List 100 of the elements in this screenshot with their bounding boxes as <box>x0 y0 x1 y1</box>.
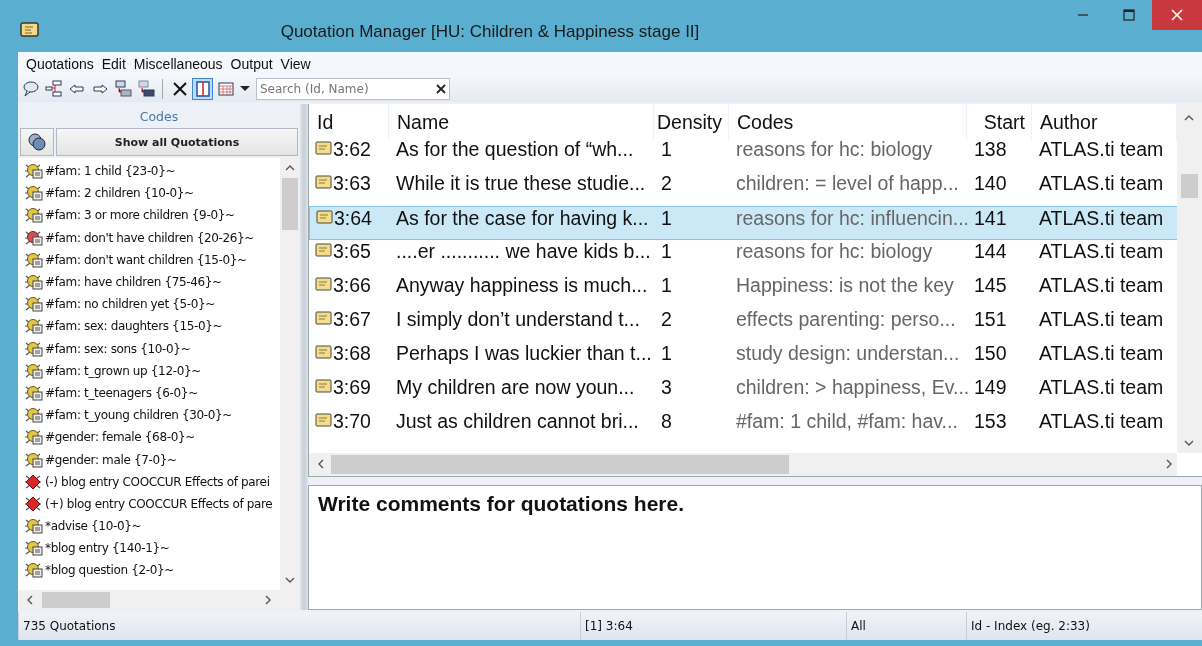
table-cell: Just as children cannot bri... <box>396 410 639 432</box>
table-cell: ATLAS.ti team <box>1039 207 1164 229</box>
table-cell: ATLAS.ti team <box>1039 138 1164 160</box>
table-cell: Perhaps I was luckier than t... <box>396 342 652 364</box>
code-item[interactable]: #fam: t_young children {30-0}~ <box>45 408 232 423</box>
table-cell: effects parenting: perso... <box>736 308 956 330</box>
code-item[interactable]: #fam: don't have children {20-26}~ <box>45 230 255 245</box>
search-field[interactable]: Search (Id, Name) <box>256 77 450 100</box>
table-cell: As for the question of “wh... <box>396 138 634 160</box>
table-cell: study design: understan... <box>736 342 960 364</box>
menu-item[interactable]: View <box>276 53 315 74</box>
column-header[interactable]: Codes <box>737 111 794 134</box>
code-bug-icon <box>24 539 44 558</box>
table-cell: As for the case for having k... <box>396 207 649 229</box>
code-item[interactable]: (+) blog entry COOCCUR Effects of pare <box>45 496 273 511</box>
scroll-left-icon <box>26 595 34 605</box>
scrollbar-thumb[interactable] <box>42 592 110 608</box>
quotation-icon <box>315 310 333 326</box>
code-item[interactable]: #fam: 2 children {10-0}~ <box>45 186 194 201</box>
table-cell: 1 <box>661 240 672 262</box>
quotation-icon <box>315 276 333 292</box>
status-text: Id - Index (eg. 2:33) <box>970 619 1090 633</box>
code-item[interactable]: *advise {10-0}~ <box>45 519 142 534</box>
table-cell: ATLAS.ti team <box>1039 410 1164 432</box>
code-bug-icon <box>24 339 44 358</box>
table-cell: 1 <box>661 342 672 364</box>
column-header[interactable]: Density <box>656 111 722 134</box>
comment-editor[interactable]: Write comments for quotations here. <box>308 485 1202 610</box>
code-item[interactable]: #gender: male {7-0}~ <box>45 452 177 467</box>
code-item[interactable]: *blog question {2-0}~ <box>45 563 174 578</box>
code-item[interactable]: (-) blog entry COOCCUR Effects of parei <box>45 474 270 489</box>
status-text: [1] 3:64 <box>584 619 633 633</box>
quotation-icon <box>315 378 333 394</box>
table-cell: #fam: 1 child, #fam: hav... <box>736 410 958 432</box>
table-cell: children: = level of happ... <box>736 172 959 194</box>
code-bug-icon <box>24 162 44 181</box>
table-cell: 8 <box>661 410 672 432</box>
clear-search-button[interactable] <box>435 82 447 95</box>
code-item[interactable]: #gender: female {68-0}~ <box>45 430 195 445</box>
windows-icon <box>136 79 155 98</box>
circles-button[interactable] <box>20 128 54 156</box>
code-item[interactable]: #fam: sex: daughters {15-0}~ <box>45 319 223 334</box>
code-bug-icon <box>24 406 44 425</box>
table-cell: 1 <box>661 274 672 296</box>
diamond-bug-icon <box>24 472 44 491</box>
code-bug-icon <box>24 450 44 469</box>
table-cell: ATLAS.ti team <box>1039 308 1164 330</box>
code-item[interactable]: #fam: 1 child {23-0}~ <box>45 164 176 179</box>
menu-item[interactable]: Edit <box>97 53 130 74</box>
maximize-icon <box>1122 8 1136 22</box>
windows-button[interactable] <box>135 77 156 100</box>
horizontal-scrollbar[interactable] <box>309 453 1177 476</box>
column-layout-icon <box>193 79 212 98</box>
close-icon <box>435 82 447 95</box>
table-cell: 1 <box>661 138 672 160</box>
close-icon <box>1170 8 1184 22</box>
code-item[interactable]: *blog entry {140-1}~ <box>45 541 170 556</box>
table-cell: ....er ........... we have kids b... <box>396 240 651 262</box>
table-cell: 153 <box>974 410 1007 432</box>
code-item[interactable]: #fam: don't want children {15-0}~ <box>45 252 247 267</box>
code-item[interactable]: #fam: 3 or more children {9-0}~ <box>45 208 235 223</box>
table-cell: 3 <box>661 376 672 398</box>
status-text: 735 Quotations <box>22 619 116 633</box>
table-cell: 3:63 <box>333 172 371 194</box>
show-all-quotations-button[interactable]: Show all Quotations <box>56 128 298 156</box>
code-item[interactable]: #fam: sex: sons {10-0}~ <box>45 341 191 356</box>
code-item[interactable]: #fam: t_grown up {12-0}~ <box>45 363 201 378</box>
windows-button[interactable] <box>112 77 133 100</box>
column-header[interactable]: Name <box>397 111 450 134</box>
panel-title: Codes <box>139 108 179 124</box>
scrollbar-thumb[interactable] <box>282 178 298 230</box>
tree-button[interactable] <box>43 77 64 100</box>
code-bug-icon <box>24 517 44 536</box>
table-cell: reasons for hc: biology <box>736 240 933 262</box>
column-header[interactable]: Author <box>1040 111 1098 134</box>
code-bug-icon <box>24 361 44 380</box>
diamond-bug-icon <box>24 494 44 513</box>
table-cell: reasons for hc: influencin... <box>736 207 970 229</box>
code-bug-icon <box>24 250 44 269</box>
code-item[interactable]: #fam: no children yet {5-0}~ <box>45 297 216 312</box>
scrollbar-thumb[interactable] <box>331 455 789 474</box>
code-bug-icon <box>24 273 44 292</box>
table-cell: Anyway happiness is much... <box>396 274 648 296</box>
menu-item[interactable]: Quotations <box>22 53 98 74</box>
column-layout-button[interactable] <box>192 77 213 100</box>
column-header[interactable]: Start <box>983 111 1025 134</box>
menu-item[interactable]: Output <box>226 53 277 74</box>
table-cell: I simply don’t understand t... <box>396 308 640 330</box>
code-item[interactable]: #fam: t_teenagers {6-0}~ <box>45 385 198 400</box>
code-bug-icon <box>24 206 44 225</box>
scroll-up-icon <box>285 164 295 172</box>
menu-item[interactable]: Miscellaneous <box>129 53 227 74</box>
table-cell: 151 <box>974 308 1007 330</box>
code-item[interactable]: #fam: have children {75-46}~ <box>45 275 222 290</box>
column-header[interactable]: Id <box>317 111 334 134</box>
table-cell: ATLAS.ti team <box>1039 376 1164 398</box>
scrollbar-thumb[interactable] <box>1181 174 1198 198</box>
vertical-scrollbar[interactable] <box>1177 104 1202 453</box>
app-icon <box>20 22 40 38</box>
tree-icon <box>44 79 63 98</box>
